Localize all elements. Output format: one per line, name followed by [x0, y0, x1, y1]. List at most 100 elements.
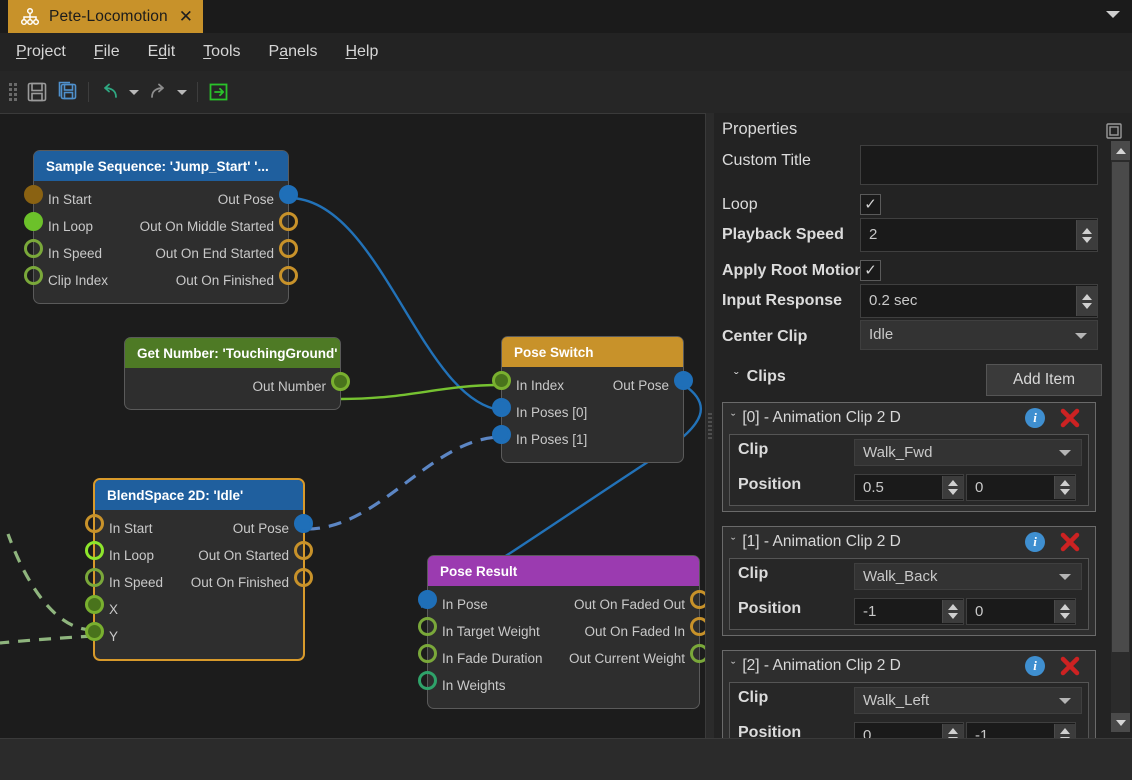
close-icon[interactable]: ✕ — [179, 8, 193, 25]
delete-icon[interactable] — [1059, 655, 1081, 677]
position-x-spinner[interactable]: 0 — [854, 722, 964, 738]
node-port-row: In Target Weight Out On Faded In — [428, 618, 699, 645]
save-all-icon[interactable] — [52, 77, 82, 107]
document-tab-pete-locomotion[interactable]: Pete-Locomotion ✕ — [8, 0, 203, 33]
node-graph-canvas[interactable]: Sample Sequence: 'Jump_Start' '... In Sta… — [0, 113, 706, 738]
clips-section-header[interactable]: ˇ Clips — [734, 362, 786, 392]
spinner-arrows[interactable] — [1054, 476, 1075, 499]
port-label-input: In Fade Duration — [442, 651, 543, 666]
property-label-row: Loop — [722, 190, 758, 220]
node-body: In Start Out Pose In Loop Out On Middle Sta… — [24, 181, 298, 303]
redo-dropdown-caret[interactable] — [177, 89, 187, 95]
node-port-row: In Loop Out On Started — [95, 542, 303, 569]
chevron-down-icon[interactable] — [1059, 574, 1071, 580]
scrollbar-thumb[interactable] — [1112, 162, 1129, 652]
add-item-button[interactable]: Add Item — [986, 364, 1102, 396]
clip-title: [2] - Animation Clip 2 D — [742, 657, 901, 674]
scroll-up-arrow[interactable] — [1111, 141, 1130, 160]
node-header[interactable]: BlendSpace 2D: 'Idle' — [95, 480, 303, 510]
delete-icon[interactable] — [1059, 531, 1081, 553]
menu-item-edit[interactable]: Edit — [148, 43, 176, 61]
menu-item-help[interactable]: Help — [345, 43, 378, 61]
save-icon[interactable] — [22, 77, 52, 107]
clip-dropdown[interactable]: Walk_Back — [854, 563, 1082, 590]
property-label-row: Input Response — [722, 286, 842, 316]
clip-field-label: Clip — [738, 689, 769, 706]
property-value: 2 — [869, 226, 878, 243]
port-label-input: Y — [109, 629, 119, 644]
property-dropdown[interactable]: Idle — [860, 320, 1098, 350]
menu-item-project[interactable]: Project — [16, 43, 66, 61]
node-port-row: In Pose Out On Faded Out — [428, 591, 699, 618]
spinner-arrows[interactable] — [1076, 220, 1097, 250]
port-label-output: Out On Faded Out — [573, 597, 685, 612]
chevron-down-icon[interactable] — [1059, 450, 1071, 456]
info-icon[interactable]: i — [1025, 408, 1045, 428]
menu-item-file[interactable]: File — [94, 43, 120, 61]
spinner-arrows[interactable] — [942, 600, 963, 623]
property-checkbox[interactable]: ✓ — [860, 260, 881, 281]
chevron-down-icon[interactable] — [1106, 11, 1120, 18]
node-port-row: X — [95, 596, 303, 623]
chevron-down-icon[interactable]: ˇ — [734, 369, 739, 385]
chevron-down-icon[interactable] — [1059, 698, 1071, 704]
property-checkbox[interactable]: ✓ — [860, 194, 881, 215]
spinner-arrows[interactable] — [1076, 286, 1097, 316]
tab-title: Pete-Locomotion — [49, 7, 168, 25]
dock-panel-icon[interactable] — [1104, 121, 1124, 141]
clip-dropdown[interactable]: Walk_Fwd — [854, 439, 1082, 466]
position-y-spinner[interactable]: 0 — [966, 474, 1076, 501]
undo-dropdown-caret[interactable] — [129, 89, 139, 95]
node-port-row: In Start Out Pose — [34, 186, 288, 213]
node-body: In Pose Out On Faded Out In Target Weight O… — [418, 586, 705, 708]
property-label: Center Clip — [722, 328, 808, 345]
spinner-arrows[interactable] — [942, 724, 963, 738]
position-y-spinner[interactable]: -1 — [966, 722, 1076, 738]
chevron-down-icon[interactable]: ˇ — [731, 535, 735, 550]
port-label-input: In Poses [0] — [516, 405, 588, 420]
spinner-arrows[interactable] — [942, 476, 963, 499]
position-x-spinner[interactable]: 0.5 — [854, 474, 964, 501]
spinner-arrows[interactable] — [1054, 724, 1075, 738]
toolbar-drag-handle[interactable] — [8, 80, 18, 104]
property-spinner[interactable]: 2 — [860, 218, 1098, 252]
menu-item-panels[interactable]: Panels — [269, 43, 318, 61]
chevron-down-icon[interactable] — [1075, 333, 1087, 339]
chevron-down-icon[interactable]: ˇ — [731, 659, 735, 674]
node-header[interactable]: Pose Switch — [502, 337, 683, 367]
properties-scrollbar[interactable] — [1111, 141, 1130, 732]
toolbar-separator — [88, 82, 89, 102]
spinner-arrows[interactable] — [1054, 600, 1075, 623]
property-text-input[interactable] — [860, 145, 1098, 185]
property-spinner[interactable]: 0.2 sec — [860, 284, 1098, 318]
toolbar — [0, 71, 1132, 113]
undo-icon[interactable] — [95, 77, 125, 107]
node-header[interactable]: Pose Result — [428, 556, 699, 586]
toolbar-separator — [197, 82, 198, 102]
node-get-number[interactable]: Get Number: 'TouchingGround' Out Number — [124, 337, 350, 410]
info-icon[interactable]: i — [1025, 656, 1045, 676]
chevron-down-icon[interactable]: ˇ — [731, 411, 735, 426]
clip-fields: Clip Walk_Left Position 0 -1 — [729, 682, 1089, 738]
position-field-label: Position — [738, 476, 802, 493]
node-port-row: In Fade Duration Out Current Weight — [428, 645, 699, 672]
node-pose-result[interactable]: Pose Result In Pose Out On Faded Out In Tar… — [418, 555, 705, 709]
delete-icon[interactable] — [1059, 407, 1081, 429]
info-icon[interactable]: i — [1025, 532, 1045, 552]
redo-icon[interactable] — [143, 77, 173, 107]
node-pose-switch[interactable]: Pose Switch In Index Out Pose In Poses [0] I… — [492, 336, 693, 463]
node-sample-sequence[interactable]: Sample Sequence: 'Jump_Start' '... In Sta… — [24, 150, 298, 304]
node-header[interactable]: Sample Sequence: 'Jump_Start' '... — [34, 151, 288, 181]
node-blendspace-2d[interactable]: BlendSpace 2D: 'Idle' In Start Out Pose In … — [85, 478, 313, 661]
wire-number-to-index — [340, 383, 501, 401]
node-port-row: In Weights — [428, 672, 699, 699]
scroll-down-arrow[interactable] — [1111, 713, 1130, 732]
port-label-input: In Poses [1] — [516, 432, 588, 447]
position-y-spinner[interactable]: 0 — [966, 598, 1076, 625]
menu-item-tools[interactable]: Tools — [203, 43, 240, 61]
position-x-spinner[interactable]: -1 — [854, 598, 964, 625]
clip-dropdown[interactable]: Walk_Left — [854, 687, 1082, 714]
node-header[interactable]: Get Number: 'TouchingGround' — [125, 338, 340, 368]
export-icon[interactable] — [204, 77, 234, 107]
panel-splitter[interactable] — [706, 113, 714, 738]
